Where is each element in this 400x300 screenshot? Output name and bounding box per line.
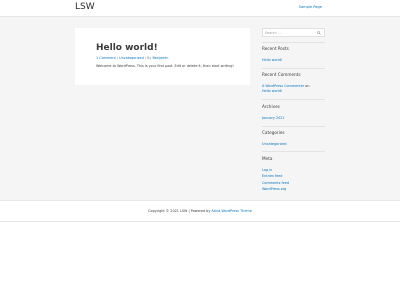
category-link[interactable]: Uncategorized — [262, 142, 322, 147]
archives-title: Archives — [262, 104, 280, 109]
widget-divider — [262, 42, 325, 43]
widget-divider — [262, 151, 325, 152]
recent-comment-item: A WordPress Commenter on — [262, 84, 322, 89]
widget-divider — [262, 99, 325, 100]
site-header: LSW Sample Page — [0, 0, 400, 17]
widget-divider — [262, 68, 325, 69]
nav-link-sample-page[interactable]: Sample Page — [299, 5, 322, 10]
meta-link-comments-feed[interactable]: Comments feed — [262, 181, 322, 186]
meta-link-wordpress-org[interactable]: WordPress.org — [262, 187, 322, 192]
post-comments-link[interactable]: 1 Comment — [96, 56, 116, 60]
post-body: Welcome to WordPress. This is your first… — [96, 64, 234, 68]
recent-comment-post-link[interactable]: Hello world! — [262, 89, 322, 94]
meta-widget-title: Meta — [262, 156, 273, 161]
post-meta: 1 Comment / Uncategorized / By Benjamin — [96, 56, 168, 61]
search-box[interactable]: Search ... — [262, 28, 325, 37]
footer-copyright: Copyright © 2021 LSW | Powered by Astra … — [0, 209, 400, 214]
recent-posts-title: Recent Posts — [262, 46, 289, 51]
recent-post-link[interactable]: Hello world! — [262, 58, 322, 63]
meta-link-login[interactable]: Log in — [262, 168, 322, 173]
search-icon[interactable] — [317, 31, 321, 35]
recent-comments-title: Recent Comments — [262, 72, 301, 77]
post-title[interactable]: Hello world! — [96, 43, 158, 54]
widget-divider — [262, 126, 325, 127]
post-author-link[interactable]: Benjamin — [152, 56, 168, 60]
archive-link[interactable]: January 2021 — [262, 116, 322, 121]
recent-comment-author-link[interactable]: A WordPress Commenter — [262, 84, 304, 88]
search-input[interactable]: Search ... — [265, 31, 281, 36]
post-category-link[interactable]: Uncategorized — [119, 56, 144, 60]
meta-link-entries-feed[interactable]: Entries feed — [262, 174, 322, 179]
recent-comment-on: on — [305, 84, 310, 88]
page-bottom-blank — [0, 222, 400, 300]
footer-copyright-text: Copyright © 2021 LSW | Powered by — [148, 209, 211, 213]
categories-title: Categories — [262, 130, 285, 135]
footer-theme-link[interactable]: Astra WordPress Theme — [211, 209, 251, 213]
site-footer: Copyright © 2021 LSW | Powered by Astra … — [0, 200, 400, 222]
post-article: Hello world! 1 Comment / Uncategorized /… — [75, 28, 250, 85]
site-title[interactable]: LSW — [75, 2, 95, 13]
